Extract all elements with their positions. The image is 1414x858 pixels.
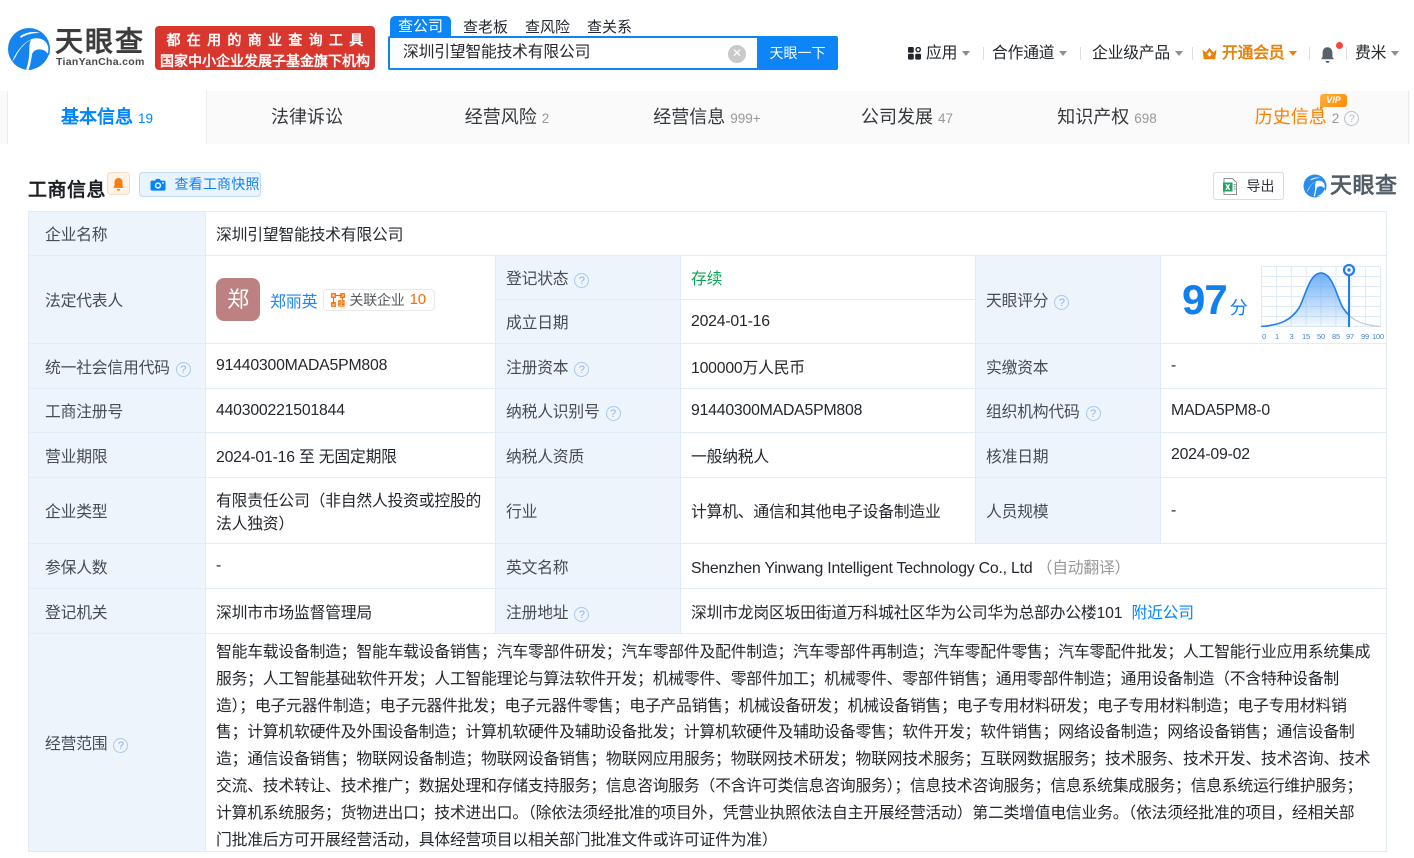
svg-text:100: 100: [1372, 332, 1384, 341]
svg-text:3: 3: [1289, 332, 1293, 341]
svg-text:97: 97: [1346, 332, 1354, 341]
svg-text:85: 85: [1332, 332, 1340, 341]
svg-text:50: 50: [1317, 332, 1325, 341]
svg-text:15: 15: [1302, 332, 1310, 341]
svg-text:99: 99: [1361, 332, 1369, 341]
svg-text:1: 1: [1275, 332, 1279, 341]
svg-text:0: 0: [1262, 332, 1266, 341]
svg-text:企: 企: [339, 299, 345, 307]
